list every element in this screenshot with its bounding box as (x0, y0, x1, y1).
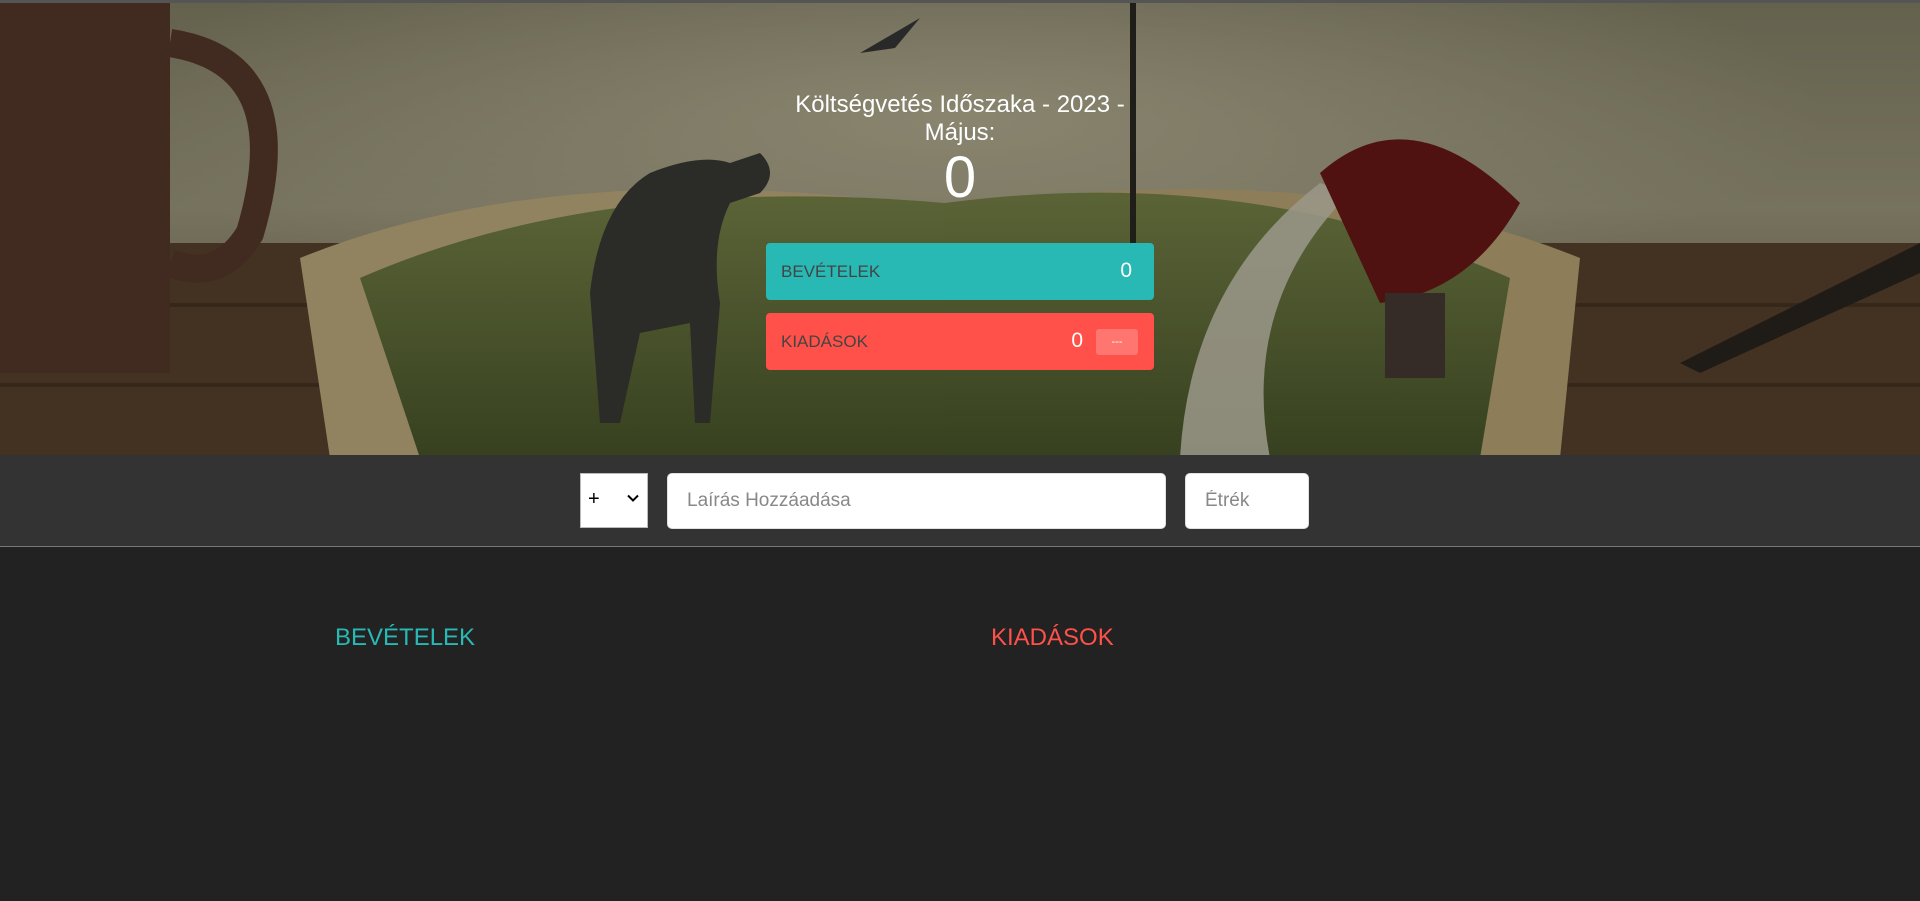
type-select[interactable]: + (580, 473, 648, 528)
expense-summary-label: KIADÁSOK (781, 332, 868, 351)
expenses-list-title: KIADÁSOK (991, 624, 1114, 651)
expense-percentage-badge: --- (1096, 329, 1138, 355)
description-input[interactable] (667, 473, 1166, 529)
budget-total-value: 0 (943, 145, 977, 210)
type-select-value: + (588, 488, 600, 510)
budget-title: Költségvetés Időszaka - 2023 - Május: (795, 91, 1125, 146)
expense-summary-value: 0 (1071, 329, 1083, 352)
budget-header: Költségvetés Időszaka - 2023 - Május: 0 … (0, 0, 1920, 455)
add-item-bar: + (0, 455, 1920, 547)
chevron-down-icon (627, 494, 639, 502)
hero-dim-overlay (0, 3, 1920, 455)
income-summary-value: 0 (1120, 259, 1132, 282)
lists-container: BEVÉTELEK KIADÁSOK (0, 548, 1920, 901)
income-summary-label: BEVÉTELEK (781, 262, 881, 281)
income-summary: BEVÉTELEK 0 (766, 243, 1154, 300)
income-list-title: BEVÉTELEK (335, 624, 476, 651)
expense-summary: KIADÁSOK 0 --- (766, 313, 1154, 370)
value-input[interactable] (1185, 473, 1309, 529)
